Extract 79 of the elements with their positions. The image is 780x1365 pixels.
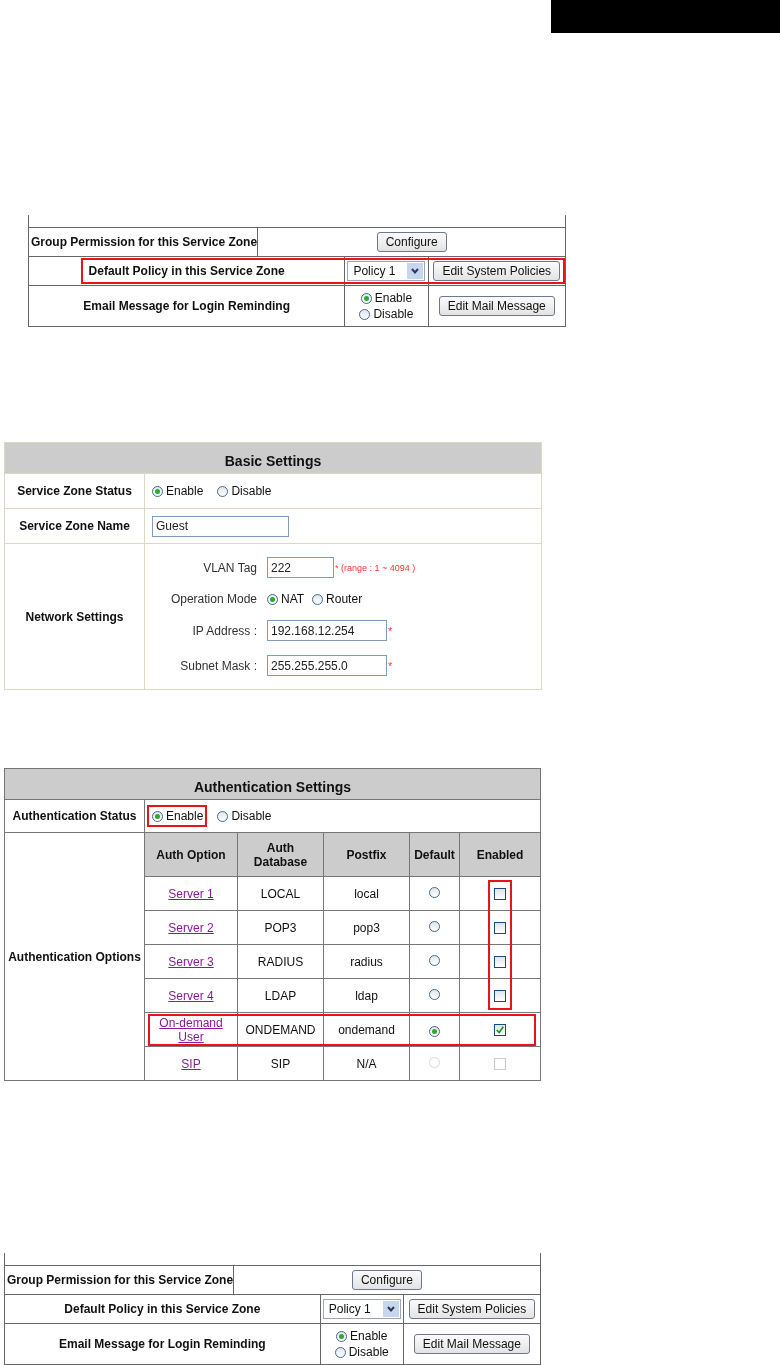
radio-button[interactable] [429, 886, 440, 898]
checkbox[interactable] [494, 956, 506, 969]
field-label: IP Address : [191, 623, 257, 638]
configure-button[interactable]: Configure [351, 1270, 422, 1290]
column-header: Default [409, 833, 460, 877]
radio-button[interactable] [217, 485, 229, 497]
radio-label: Disable [231, 484, 272, 498]
row-label: Default Policy in this Service Zone [64, 1302, 261, 1316]
input-field[interactable]: 192.168.12.254 [267, 620, 387, 641]
radio-label: Disable [348, 1345, 389, 1359]
radio-label: Enable [166, 484, 204, 498]
required-note: * [388, 659, 393, 672]
input-field[interactable]: 222 [267, 557, 334, 578]
radio-button[interactable] [336, 1330, 348, 1342]
row-label: Authentication Status [12, 809, 137, 823]
radio-button[interactable] [429, 988, 440, 1000]
table-title: Basic Settings [4, 442, 542, 474]
radio-button[interactable] [359, 308, 371, 320]
radio-button[interactable] [429, 920, 440, 932]
row-label: Authentication Options [8, 949, 141, 964]
radio-button[interactable] [267, 593, 278, 605]
field-label: VLAN Tag [202, 560, 257, 575]
column-header: Auth Database [237, 833, 324, 877]
required-note: * [388, 624, 393, 637]
radio-button[interactable] [312, 593, 324, 605]
policy-select[interactable]: Policy 1 [322, 1299, 401, 1319]
row-label: Group Permission for this Service Zone [31, 235, 258, 249]
table-cell: local [323, 876, 410, 911]
edit-policies-button[interactable]: Edit System Policies [433, 261, 561, 281]
row-label: Email Message for Login Reminding [59, 1337, 266, 1351]
radio-label: Enable [166, 809, 204, 823]
input-field[interactable]: 255.255.255.0 [267, 655, 387, 676]
field-label: Subnet Mask : [179, 658, 257, 673]
configure-button[interactable]: Configure [376, 232, 447, 252]
row-label: Network Settings [25, 609, 124, 624]
table-cell: pop3 [323, 910, 410, 945]
checkbox[interactable] [494, 888, 506, 901]
table-cell: ONDEMAND [237, 1012, 324, 1047]
row-label: Group Permission for this Service Zone [7, 1273, 234, 1287]
radio-label: Disable [231, 809, 272, 823]
table-cell: ondemand [323, 1012, 410, 1047]
checkbox[interactable] [494, 990, 506, 1003]
edit-mail-button[interactable]: Edit Mail Message [438, 296, 555, 316]
column-header: Auth Option [145, 833, 238, 877]
radio-label: Enable [350, 1329, 388, 1343]
input-field[interactable]: Guest [152, 515, 289, 537]
required-note: * (range : 1 ~ 4094 ) [335, 562, 416, 573]
column-header: Postfix [323, 833, 410, 877]
radio-button[interactable] [429, 1025, 440, 1037]
column-header: Enabled [459, 833, 540, 877]
radio-label: NAT [281, 592, 305, 606]
checkbox[interactable] [494, 922, 506, 935]
radio-label: Disable [373, 307, 414, 321]
table-cell: radius [323, 944, 410, 979]
radio-button[interactable] [360, 292, 372, 304]
edit-mail-button[interactable]: Edit Mail Message [413, 1334, 530, 1354]
radio-button[interactable] [429, 954, 440, 966]
radio-button[interactable] [152, 810, 163, 822]
field-label: Operation Mode [169, 592, 257, 606]
row-label: Service Zone Name [19, 519, 130, 533]
table-cell: LDAP [237, 978, 324, 1013]
row-label: Service Zone Status [17, 484, 132, 498]
edit-policies-button[interactable]: Edit System Policies [408, 1299, 536, 1319]
caret-icon[interactable] [407, 263, 424, 279]
row-label: Default Policy in this Service Zone [88, 264, 285, 278]
table-cell: ldap [323, 978, 410, 1013]
radio-button[interactable] [152, 485, 163, 497]
checkbox[interactable] [494, 1024, 506, 1037]
table-cell: LOCAL [237, 876, 324, 911]
table-title: Authentication Settings [4, 768, 541, 800]
row-label: Email Message for Login Reminding [83, 299, 290, 313]
radio-button[interactable] [334, 1346, 346, 1358]
table-cell: POP3 [237, 910, 324, 945]
radio-label: Enable [374, 291, 413, 305]
radio-button[interactable] [217, 810, 229, 822]
radio-label: Router [326, 592, 363, 606]
caret-icon[interactable] [382, 1301, 399, 1317]
table-cell: RADIUS [237, 944, 324, 979]
policy-select[interactable]: Policy 1 [347, 261, 426, 281]
